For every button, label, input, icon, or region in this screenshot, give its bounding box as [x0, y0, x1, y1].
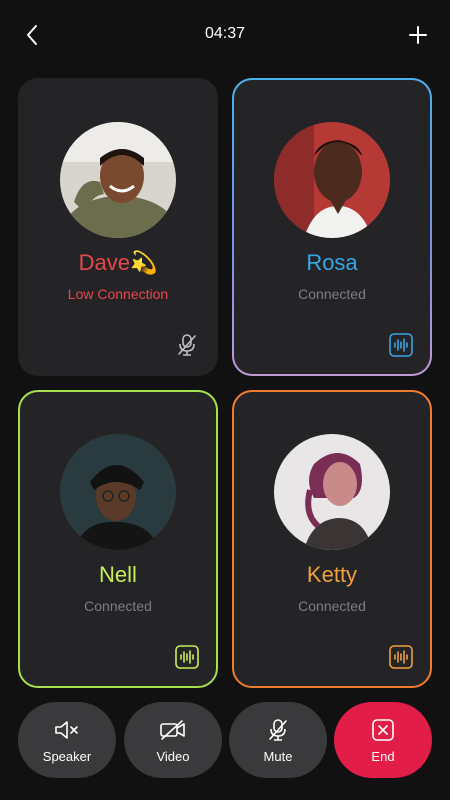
audio-wave-icon — [388, 644, 414, 670]
call-timer: 04:37 — [204, 25, 246, 42]
plus-icon — [409, 26, 427, 44]
add-participant-button[interactable] — [404, 20, 432, 50]
participant-name: Ketty — [306, 562, 358, 587]
end-label: End — [371, 748, 395, 764]
participant-name: Dave💫 — [78, 250, 158, 275]
close-icon — [371, 717, 395, 743]
participant-status: Connected — [298, 598, 366, 614]
speaker-button[interactable]: Speaker — [18, 702, 116, 778]
participant-status: Low Connection — [67, 286, 169, 302]
speaker-off-icon — [54, 717, 80, 743]
speaker-label: Speaker — [42, 748, 92, 764]
top-bar: 04:37 — [0, 0, 450, 70]
end-call-button[interactable]: End — [334, 702, 432, 778]
audio-wave-icon — [174, 644, 200, 670]
participant-card-ketty[interactable]: Ketty Connected — [232, 390, 432, 688]
participant-name: Rosa — [306, 250, 358, 275]
avatar — [274, 434, 390, 550]
mute-label: Mute — [263, 748, 293, 764]
participant-status: Connected — [298, 286, 366, 302]
participant-name: Nell — [99, 562, 137, 587]
mic-muted-icon — [174, 332, 200, 358]
mic-off-icon — [267, 717, 289, 743]
video-label: Video — [156, 748, 190, 764]
video-button[interactable]: Video — [124, 702, 222, 778]
participant-card-dave[interactable]: Dave💫 Low Connection — [18, 78, 218, 376]
avatar — [60, 122, 176, 238]
avatar — [274, 122, 390, 238]
avatar — [60, 434, 176, 550]
participant-status: Connected — [84, 598, 152, 614]
call-controls: Speaker Video Mute End — [0, 702, 450, 780]
mute-button[interactable]: Mute — [229, 702, 327, 778]
participant-card-rosa[interactable]: Rosa Connected — [232, 78, 432, 376]
video-off-icon — [159, 717, 187, 743]
audio-wave-icon — [388, 332, 414, 358]
participant-card-nell[interactable]: Nell Connected — [18, 390, 218, 688]
